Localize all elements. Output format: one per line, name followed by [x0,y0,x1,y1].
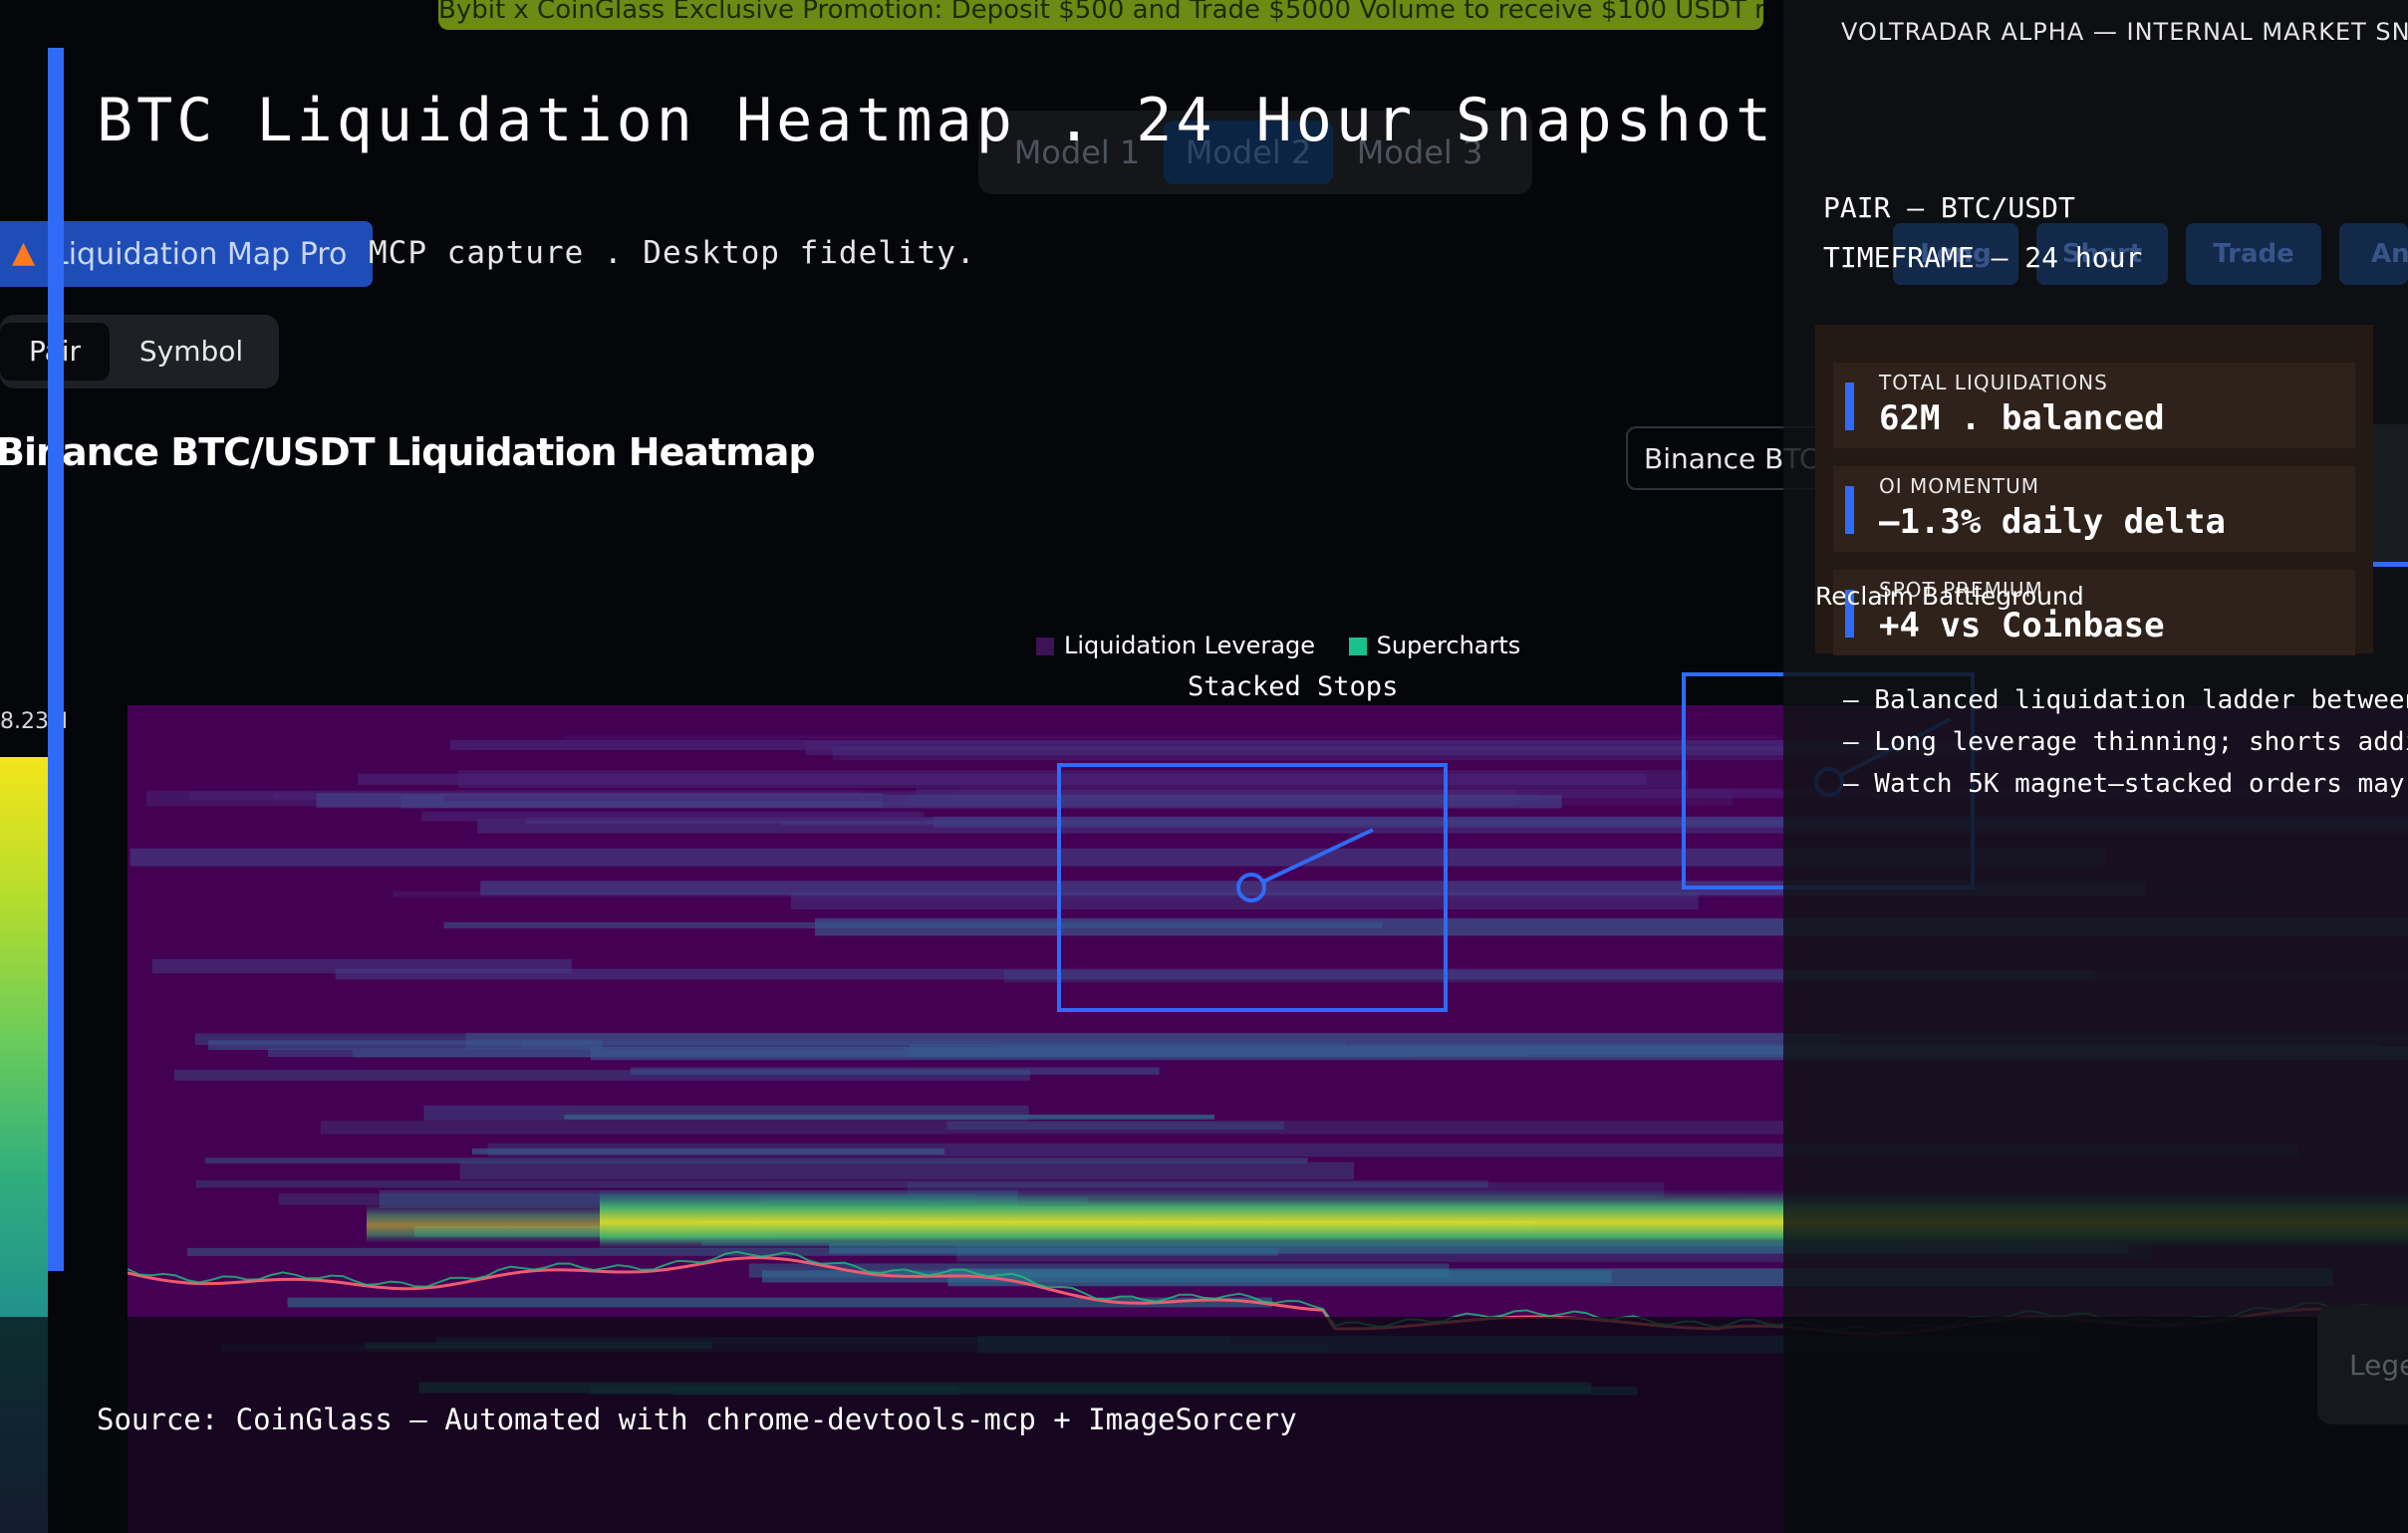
legend-button-label: Legend [2349,1349,2408,1382]
callout-marker [1236,873,1266,902]
kpi-accent [1845,486,1854,534]
kpi-accent [1845,383,1854,430]
kpi-value: 62M . balanced [1879,398,2165,438]
legend-button[interactable]: Legend [2317,1305,2408,1424]
panel-edge-accent [2373,562,2408,567]
kpi-oi-momentum: OI MOMENTUM —1.3% daily delta [1833,466,2355,552]
overlay-subtitle: MCP capture . Desktop fidelity. [369,235,976,271]
panel-edge [2373,424,2408,566]
source-caption: Source: CoinGlass — Automated with chrom… [97,1403,1297,1436]
kpi-value: —1.3% daily delta [1879,502,2226,542]
panel-timeframe: TIMEFRAME — 24 hour [1823,241,2143,274]
analysis-button[interactable]: Analysis [2339,223,2408,285]
kpi-value: +4 vs Coinbase [1879,606,2165,645]
reclaim-label: Reclaim Battleground [1815,582,2084,611]
insight-bullets: — Balanced liquidation ladder between 3K… [1843,685,2408,811]
kpi-label: TOTAL LIQUIDATIONS [1879,371,2108,394]
insight-bullet: — Balanced liquidation ladder between 3K [1843,685,2408,715]
panel-brand: VOLTRADAR ALPHA — INTERNAL MARKET SNAPSH… [1841,18,2408,46]
insight-bullet: — Long leverage thinning; shorts adding … [1843,727,2408,757]
kpi-total-liquidations: TOTAL LIQUIDATIONS 62M . balanced [1833,363,2355,448]
panel-pair: PAIR — BTC/USDT [1823,191,2075,224]
accent-bar [48,48,64,1271]
insight-bullet: — Watch 5K magnet—stacked orders may [1843,769,2405,799]
kpi-label: OI MOMENTUM [1879,474,2039,498]
callout-box-stacked-stops [1057,763,1448,1012]
overlay-title: BTC Liquidation Heatmap . 24 Hour Snapsh… [97,86,1776,155]
app-root: Bybit x CoinGlass Exclusive Promotion: D… [0,0,2408,1533]
trade-button[interactable]: Trade [2186,223,2321,285]
callout-pointer [1262,828,1374,884]
